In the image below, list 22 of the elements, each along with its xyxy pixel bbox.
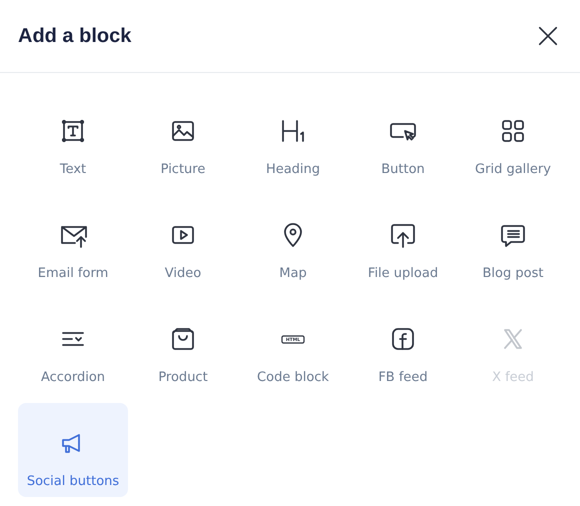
block-option[interactable]: Picture xyxy=(128,91,238,185)
facebook-icon xyxy=(389,325,417,353)
grid-icon xyxy=(499,117,527,145)
dialog-title: Add a block xyxy=(18,24,132,48)
upload-icon xyxy=(389,221,417,249)
block-option[interactable]: Button xyxy=(348,91,458,185)
text-box-icon xyxy=(59,117,87,145)
block-option[interactable]: Text xyxy=(18,91,128,185)
block-option[interactable]: File upload xyxy=(348,195,458,289)
block-option[interactable]: Social buttons xyxy=(18,403,128,497)
block-option[interactable]: Product xyxy=(128,299,238,393)
heading-icon xyxy=(279,117,307,145)
block-option[interactable]: FB feed xyxy=(348,299,458,393)
close-icon[interactable] xyxy=(536,24,560,48)
block-option[interactable]: Accordion xyxy=(18,299,128,393)
shopping-bag-icon xyxy=(169,325,197,353)
block-option[interactable]: Video xyxy=(128,195,238,289)
block-option[interactable]: Map xyxy=(238,195,348,289)
block-option[interactable]: Heading xyxy=(238,91,348,185)
block-option[interactable]: Email form xyxy=(18,195,128,289)
block-option[interactable]: Grid gallery xyxy=(458,91,568,185)
block-option[interactable]: Blog post xyxy=(458,195,568,289)
